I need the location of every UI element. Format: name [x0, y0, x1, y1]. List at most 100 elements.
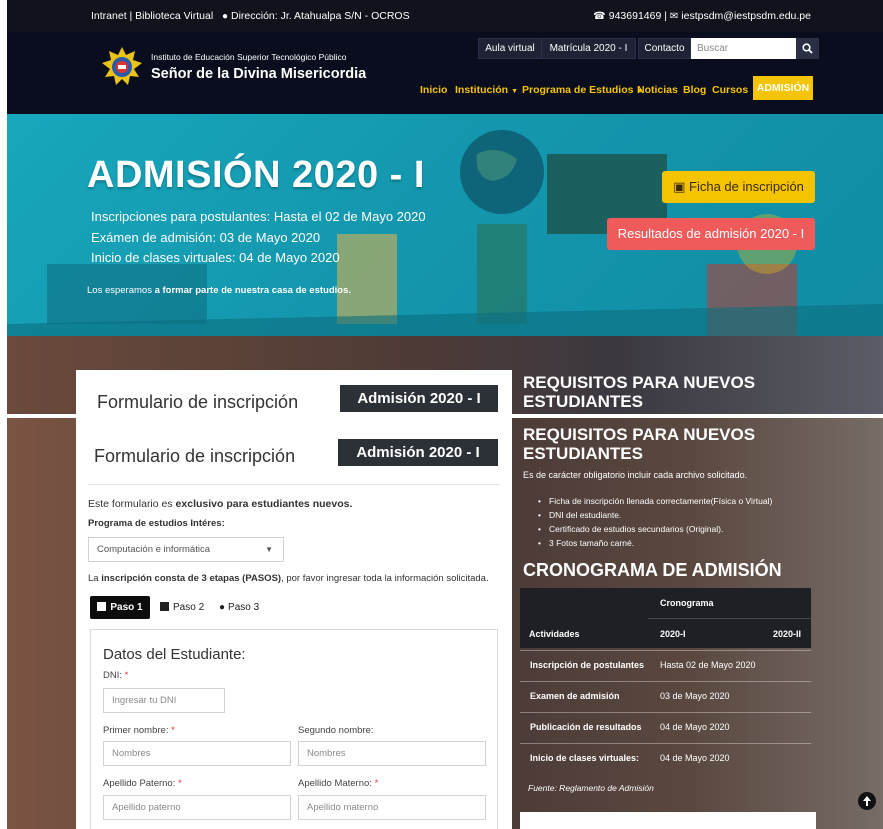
requisitos-list: Ficha de inscripción llenada correctamen…	[538, 494, 772, 550]
ficha-inscripcion-button[interactable]: ▣ Ficha de inscripción	[662, 171, 815, 203]
capture-bottom: Formulario de inscripción Este formulari…	[0, 418, 883, 829]
datos-title: Datos del Estudiante:	[103, 646, 246, 663]
cell-actividad: Inicio de clases virtuales:	[530, 753, 640, 763]
nav-cursos[interactable]: Cursos	[712, 80, 748, 100]
nav-institucion[interactable]: Institución ▼	[455, 80, 518, 100]
apellido-materno-label-text: Apellido Materno:	[298, 778, 372, 789]
search-button[interactable]	[796, 38, 819, 59]
next-card-peek	[520, 812, 816, 829]
top-bar: Intranet | Biblioteca Virtual ● Dirección…	[7, 0, 883, 32]
dni-label: DNI: *	[103, 670, 128, 681]
required-mark: *	[178, 778, 182, 789]
email-link[interactable]: iestpsdm@iestpsdm.edu.pe	[681, 10, 811, 22]
segundo-nombre-label: Segundo nombre:	[298, 725, 374, 736]
nav-inicio[interactable]: Inicio	[420, 80, 447, 100]
etapas-text: La inscripción consta de 3 etapas (PASOS…	[88, 573, 489, 584]
ficha-label: Ficha de inscripción	[689, 179, 804, 194]
table-source-note: Fuente: Reglamento de Admisión	[528, 783, 654, 793]
institute-subtitle: Instituto de Educación Superior Tecnológ…	[151, 52, 347, 62]
site-header: Instituto de Educación Superior Tecnológ…	[7, 32, 883, 114]
requisitos-title-line2: ESTUDIANTES	[523, 444, 643, 463]
apellido-paterno-input[interactable]: Apellido paterno	[103, 795, 291, 820]
table-row: Publicación de resultados 04 de Mayo 202…	[520, 712, 811, 742]
programa-select[interactable]: Computación e informática ▼	[88, 537, 284, 562]
tab-paso-3-label: Paso 3	[228, 602, 260, 613]
primer-nombre-label: Primer nombre: *	[103, 725, 175, 736]
requisitos-title-line2: ESTUDIANTES	[523, 392, 643, 411]
users-icon: ●	[219, 602, 226, 613]
nav-programa[interactable]: Programa de Estudios ▼	[522, 80, 643, 100]
hero-examen: Exámen de admisión: 03 de Mayo 2020	[91, 230, 321, 245]
form-intro-bold: exclusivo para estudiantes nuevos.	[175, 498, 353, 510]
search-input[interactable]: Buscar	[691, 38, 796, 59]
cell-actividad: Inscripción de postulantes	[530, 660, 645, 670]
tab-paso-2[interactable]: Paso 2	[160, 596, 204, 619]
etapas-post: , por favor ingresar toda la información…	[281, 573, 489, 584]
chevron-down-icon: ▼	[511, 88, 519, 95]
hero-tagline-bold: a formar parte de nuestra casa de estudi…	[154, 285, 351, 296]
admision-badge: Admisión 2020 - I	[338, 439, 498, 466]
mail-icon: ✉	[669, 11, 679, 22]
aula-virtual-button[interactable]: Aula virtual	[478, 38, 542, 59]
save-icon	[97, 602, 107, 611]
tab-paso-2-label: Paso 2	[173, 602, 205, 613]
table-row: Inscripción de postulantes Hasta 02 de M…	[520, 650, 811, 680]
institute-name[interactable]: Señor de la Divina Misericordia	[151, 66, 366, 82]
cell-actividad: Examen de admisión	[530, 691, 620, 701]
apellido-paterno-label-text: Apellido Paterno:	[103, 778, 176, 789]
nav-noticias[interactable]: Noticias	[637, 80, 678, 100]
nav-blog[interactable]: Blog	[683, 80, 706, 100]
dni-label-text: DNI:	[103, 670, 122, 681]
whatsapp-icon: ☎	[593, 11, 606, 22]
datos-estudiante-panel: Datos del Estudiante: DNI: * Ingresar tu…	[90, 629, 498, 829]
list-item: Ficha de inscripción llenada correctamen…	[538, 494, 772, 508]
contacto-button[interactable]: Contacto	[638, 38, 691, 59]
document-icon: ▣	[673, 179, 686, 194]
list-item: DNI del estudiante.	[538, 508, 772, 522]
tab-paso-1[interactable]: Paso 1	[90, 596, 150, 619]
segundo-nombre-input[interactable]: Nombres	[298, 741, 486, 766]
cell-actividad: Publicación de resultados	[530, 722, 642, 732]
form-card: Formulario de inscripción Este formulari…	[76, 418, 512, 829]
hero-banner: ADMISIÓN 2020 - I Inscripciones para pos…	[7, 114, 883, 336]
resultados-button[interactable]: Resultados de admisión 2020 - I	[607, 218, 815, 250]
programa-value: Computación e informática	[97, 544, 210, 555]
table-row: Examen de admisión 03 de Mayo 2020	[520, 681, 811, 711]
apellido-materno-input[interactable]: Apellido materno	[298, 795, 486, 820]
etapas-bold: inscripción consta de 3 etapas (PASOS)	[101, 573, 282, 584]
location-icon: ●	[221, 11, 228, 22]
apellido-materno-label: Apellido Materno: *	[298, 778, 378, 789]
primer-nombre-input[interactable]: Nombres	[103, 741, 291, 766]
nav-institucion-label: Institución	[455, 84, 509, 96]
scroll-top-button[interactable]	[858, 792, 876, 810]
hero-title: ADMISIÓN 2020 - I	[87, 154, 425, 196]
top-bar-left: Intranet | Biblioteca Virtual ● Dirección…	[91, 10, 410, 22]
form-intro-pre: Este formulario es	[88, 498, 173, 510]
matricula-button[interactable]: Matrícula 2020 - I	[541, 38, 636, 59]
nav-admision[interactable]: ADMISIÓN	[753, 76, 813, 100]
cell-fecha: 03 de Mayo 2020	[660, 691, 730, 701]
col-actividades: Actividades	[529, 629, 580, 639]
archive-icon	[160, 602, 169, 611]
arrow-up-icon	[863, 796, 871, 806]
form-divider	[88, 484, 500, 485]
tab-paso-3[interactable]: ● Paso 3	[219, 596, 259, 619]
cell-fecha: 04 de Mayo 2020	[660, 753, 730, 763]
hero-tagline: Los esperamos a formar parte de nuestra …	[87, 285, 351, 296]
phone-text: 943691469 |	[608, 10, 667, 22]
required-mark: *	[171, 725, 175, 736]
primer-nombre-label-text: Primer nombre:	[103, 725, 169, 736]
top-links[interactable]: Intranet | Biblioteca Virtual	[91, 10, 213, 22]
hero-inscripciones: Inscripciones para postulantes: Hasta el…	[91, 209, 426, 224]
header-divider	[648, 618, 811, 619]
apellido-paterno-label: Apellido Paterno: *	[103, 778, 182, 789]
programa-label: Programa de estudios Intéres:	[88, 518, 225, 529]
required-mark: *	[374, 778, 379, 789]
col-2020-ii: 2020-II	[773, 629, 802, 639]
form-intro: Este formulario es exclusivo para estudi…	[88, 498, 352, 510]
search-icon	[802, 43, 813, 54]
hero-inicio-clases: Inicio de clases virtuales: 04 de Mayo 2…	[91, 250, 340, 265]
col-2020-i: 2020-I	[660, 629, 686, 639]
institute-logo[interactable]	[101, 46, 143, 88]
dni-input[interactable]: Ingresar tu DNI	[103, 688, 225, 713]
